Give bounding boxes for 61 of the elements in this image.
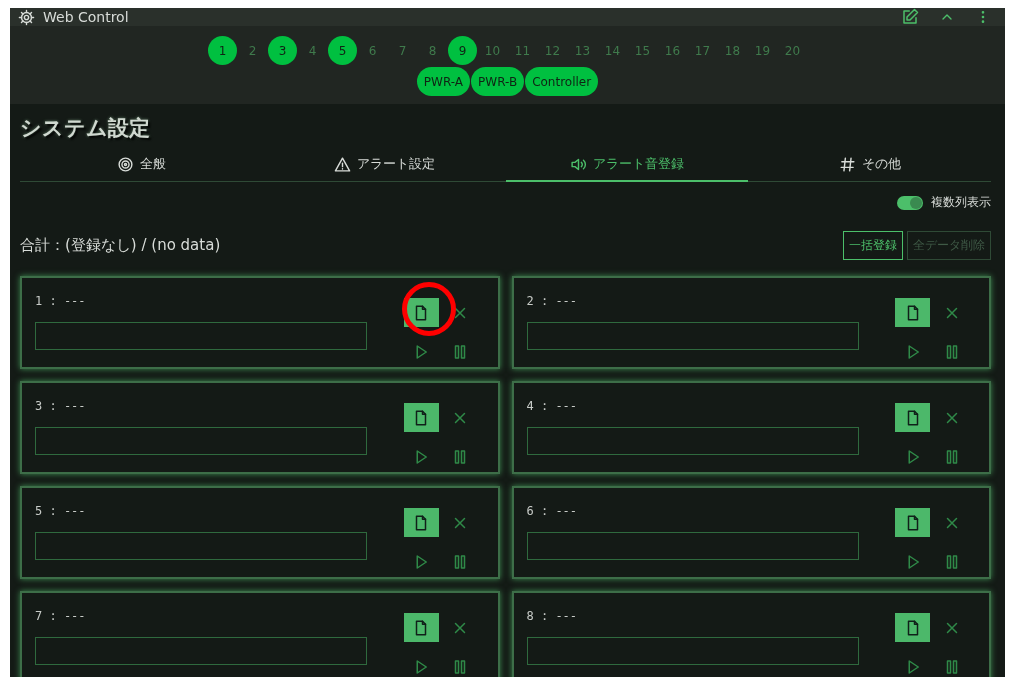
file-name-field[interactable] [35,637,367,665]
edit-icon [901,8,919,26]
tab[interactable]: 全般 [20,148,263,182]
file-name-field[interactable] [526,427,859,455]
page-title: システム設定 [20,115,151,142]
gear-icon [18,8,35,26]
slot-label: 4 : --- [526,399,579,413]
unit-button[interactable]: 16 [658,36,687,65]
unit-button[interactable]: 1 [208,36,237,65]
hash-icon [838,155,856,173]
unit-button[interactable]: 14 [598,36,627,65]
tab[interactable]: その他 [748,148,991,182]
device-button[interactable]: PWR-B [471,67,525,96]
toggle-label: 複数列表示 [931,194,991,211]
unit-button[interactable]: 15 [628,36,657,65]
unit-button[interactable]: 8 [418,36,447,65]
unit-button[interactable]: 20 [778,36,807,65]
device-button[interactable]: PWR-A [416,67,471,96]
unit-button[interactable]: 6 [358,36,387,65]
file-name-field[interactable] [35,532,367,560]
unit-button[interactable]: 4 [298,36,327,65]
file-name-field[interactable] [35,427,367,455]
unit-button[interactable]: 7 [388,36,417,65]
file-button[interactable] [895,298,930,327]
unit-button[interactable]: 3 [268,36,297,65]
unit-button[interactable]: 17 [688,36,717,65]
window-title: Web Control [43,9,130,25]
unit-button[interactable]: 2 [238,36,267,65]
file-button[interactable] [895,613,930,642]
unit-button[interactable]: 19 [748,36,777,65]
file-button[interactable] [403,403,439,432]
device-button[interactable]: Controller [525,67,599,96]
unit-button[interactable]: 13 [568,36,597,65]
unit-button[interactable]: 11 [508,36,537,65]
file-button[interactable] [895,403,930,432]
unit-button[interactable]: 10 [478,36,507,65]
slot-label: 2 : --- [526,294,579,308]
slot-label: 5 : --- [35,504,87,518]
tab[interactable]: アラート音登録 [505,148,749,182]
tab[interactable]: アラート設定 [262,148,506,182]
slot-label: 8 : --- [526,609,579,623]
unit-button[interactable]: 5 [328,36,357,65]
file-name-field[interactable] [526,637,859,665]
unit-button[interactable]: 9 [448,36,477,65]
warning-icon [333,155,351,173]
slot-label: 3 : --- [35,399,87,413]
unit-button[interactable]: 18 [718,36,747,65]
slot-label: 6 : --- [526,504,579,518]
file-name-field[interactable] [35,322,367,350]
file-name-field[interactable] [526,532,859,560]
file-button[interactable] [403,613,439,642]
target-icon [116,155,134,173]
unit-button[interactable]: 12 [538,36,567,65]
summary-text: 合計：(登録なし) / (no data) [20,236,222,255]
file-button[interactable] [895,508,930,537]
toggle-switch[interactable] [897,195,923,210]
action-button[interactable]: 一括登録 [843,231,903,260]
file-button[interactable] [403,508,439,537]
file-name-field[interactable] [526,322,859,350]
slot-label: 1 : --- [35,294,87,308]
slot-label: 7 : --- [35,609,87,623]
